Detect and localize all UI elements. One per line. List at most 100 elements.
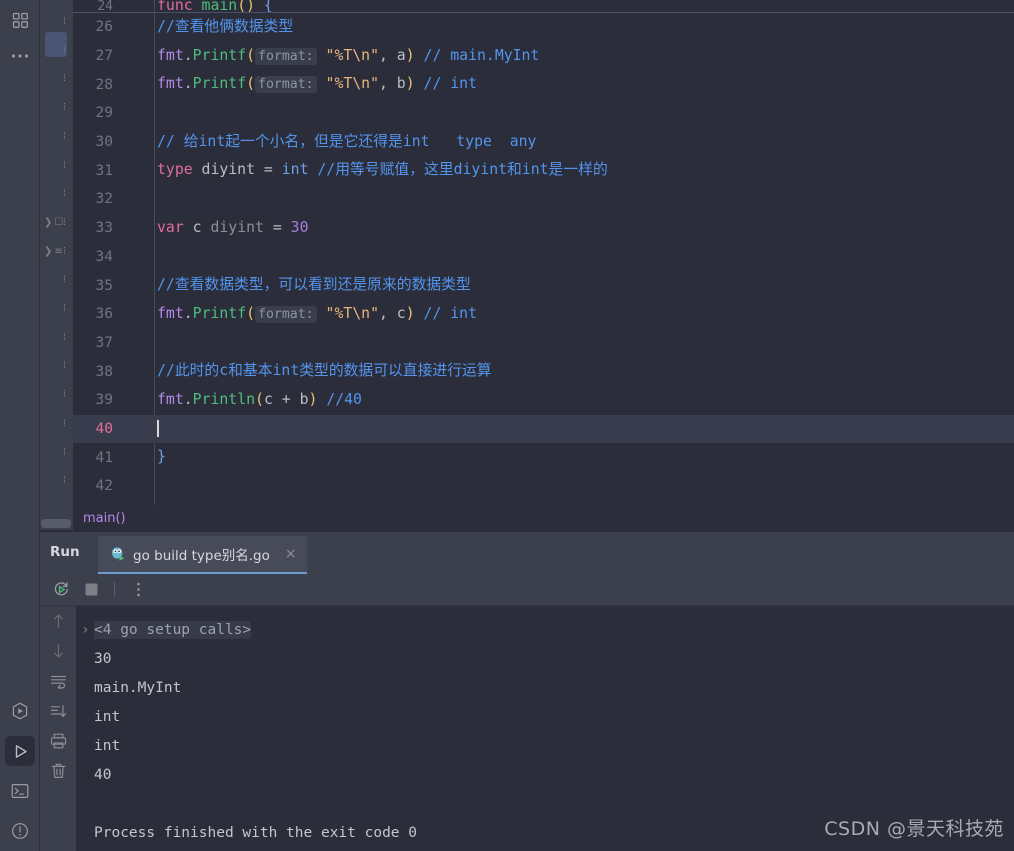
- line-number[interactable]: 33: [73, 220, 127, 236]
- run-window-title: Run: [50, 544, 80, 560]
- line-number[interactable]: 29: [73, 105, 127, 121]
- line-number[interactable]: 39: [73, 392, 127, 408]
- parameter-hint: format:: [255, 305, 317, 323]
- code-text: func main() {: [127, 0, 1014, 12]
- print-icon[interactable]: [40, 726, 76, 756]
- indent-guide-dot: [64, 189, 69, 197]
- code-line[interactable]: 35 //查看数据类型，可以看到还是原来的数据类型: [73, 271, 1014, 300]
- line-number[interactable]: 42: [73, 478, 127, 494]
- code-token: , c: [378, 304, 406, 322]
- code-token: (: [246, 75, 256, 93]
- line-number[interactable]: 31: [73, 163, 127, 179]
- code-line[interactable]: 33 var c diyint = 30: [73, 214, 1014, 243]
- line-number[interactable]: 26: [73, 19, 127, 35]
- code-token: ): [405, 46, 415, 64]
- code-line[interactable]: 28 fmt.Printf(format: "%T\n", b) // int: [73, 70, 1014, 99]
- code-text: fmt.Println(c + b) //40: [127, 390, 1014, 408]
- run-tool-window-icon[interactable]: [0, 731, 40, 771]
- console-fold-line[interactable]: › <4 go setup calls>: [81, 616, 1014, 645]
- rail-bottom-group: [0, 691, 40, 851]
- problems-warning-icon[interactable]: [0, 811, 40, 851]
- code-line[interactable]: 41}: [73, 443, 1014, 472]
- code-line[interactable]: 38 //此时的c和基本int类型的数据可以直接进行运算: [73, 357, 1014, 386]
- more-actions-icon[interactable]: [129, 581, 147, 599]
- code-line[interactable]: 37: [73, 329, 1014, 358]
- code-text: type diyint = int //用等号赋值，这里diyint和int是一…: [127, 161, 1014, 179]
- code-token: //查看数据类型，可以看到还是原来的数据类型: [157, 276, 471, 294]
- next-occurrence-icon[interactable]: [40, 636, 76, 666]
- rerun-icon[interactable]: [52, 581, 70, 599]
- scroll-to-end-icon[interactable]: [40, 696, 76, 726]
- code-line[interactable]: 32: [73, 185, 1014, 214]
- code-line[interactable]: 29: [73, 99, 1014, 128]
- line-number[interactable]: 28: [73, 77, 127, 93]
- breadcrumb[interactable]: main(): [73, 505, 1014, 532]
- code-token: Printf: [192, 75, 247, 93]
- chevron-right-icon[interactable]: ❯: [44, 217, 52, 228]
- code-line[interactable]: 30 // 给int起一个小名，但是它还得是int type any: [73, 128, 1014, 157]
- breadcrumb-label: main(): [83, 511, 126, 526]
- line-number[interactable]: 36: [73, 306, 127, 322]
- code-token: 30: [290, 218, 309, 236]
- line-number[interactable]: 37: [73, 335, 127, 351]
- line-number[interactable]: 34: [73, 249, 127, 265]
- code-token: func: [157, 0, 202, 12]
- code-token: type: [157, 161, 193, 179]
- code-text: //此时的c和基本int类型的数据可以直接进行运算: [127, 362, 1014, 380]
- code-line[interactable]: 42: [73, 472, 1014, 501]
- code-token: .: [183, 75, 193, 93]
- terminal-icon[interactable]: [0, 771, 40, 811]
- console-line: 40: [94, 767, 112, 783]
- line-number[interactable]: 32: [73, 191, 127, 207]
- previous-occurrence-icon[interactable]: [40, 606, 76, 636]
- code-token: //此时的c和基本int类型的数据可以直接进行运算: [157, 362, 492, 380]
- editor-horizontal-scrollbar[interactable]: [41, 519, 71, 528]
- code-text: }: [127, 449, 1014, 465]
- clear-all-trash-icon[interactable]: [40, 756, 76, 786]
- run-configuration-tab[interactable]: go build type别名.go ×: [98, 536, 307, 574]
- code-token: Printf: [192, 46, 247, 64]
- more-options-icon[interactable]: [0, 40, 40, 72]
- line-number[interactable]: 38: [73, 364, 127, 380]
- code-token: main: [201, 0, 238, 12]
- chevron-right-icon[interactable]: ❯: [44, 246, 52, 257]
- line-number[interactable]: 27: [73, 48, 127, 64]
- code-token: //40: [317, 390, 362, 408]
- console-line: int: [94, 709, 121, 725]
- code-token: =: [263, 218, 291, 236]
- left-tool-rail: [0, 0, 40, 851]
- console-line: main.MyInt: [94, 680, 182, 696]
- code-line[interactable]: 31 type diyint = int //用等号赋值，这里diyint和int…: [73, 156, 1014, 185]
- code-editor[interactable]: 24 func main() { 26//查看他俩数据类型 27 fmt.Print…: [73, 0, 1014, 505]
- line-number[interactable]: 30: [73, 134, 127, 150]
- indent-guide-dot: [64, 361, 69, 369]
- code-lines[interactable]: 26//查看他俩数据类型 27 fmt.Printf(format: "%T\n",…: [73, 13, 1014, 505]
- chevron-right-icon[interactable]: ›: [81, 616, 90, 645]
- line-number[interactable]: 41: [73, 450, 127, 466]
- line-number[interactable]: 40: [73, 421, 127, 437]
- code-line[interactable]: 26 //查看他俩数据类型: [73, 13, 1014, 42]
- project-grid-icon[interactable]: [0, 0, 40, 40]
- code-line[interactable]: 40: [73, 414, 1014, 444]
- console-fold-label: <4 go setup calls>: [94, 621, 252, 639]
- code-token: =: [263, 161, 282, 179]
- code-token: ): [405, 304, 415, 322]
- indent-guide-dot: [64, 103, 69, 111]
- run-anything-icon[interactable]: [0, 691, 40, 731]
- stop-icon[interactable]: [82, 581, 100, 599]
- code-token: "%T\n": [325, 46, 379, 64]
- line-number[interactable]: 35: [73, 278, 127, 294]
- code-line[interactable]: 27 fmt.Printf(format: "%T\n", a) // main.…: [73, 42, 1014, 71]
- indent-guide-dot: [64, 476, 69, 484]
- toolbar-separator: [114, 582, 115, 597]
- code-line[interactable]: 36 fmt.Printf(format: "%T\n", c) // int: [73, 300, 1014, 329]
- code-line[interactable]: 34: [73, 243, 1014, 272]
- close-icon[interactable]: ×: [285, 546, 297, 562]
- soft-wrap-icon[interactable]: [40, 666, 76, 696]
- code-token: // main.MyInt: [414, 46, 540, 64]
- code-line[interactable]: 39 fmt.Println(c + b) //40: [73, 386, 1014, 415]
- code-token: //用等号赋值，这里diyint和int是一样的: [308, 161, 608, 179]
- code-token: // 给int起一个小名，但是它还得是int type any: [157, 132, 537, 150]
- code-text: //查看他俩数据类型: [127, 19, 1014, 35]
- run-icon-selected-bg: [5, 736, 35, 766]
